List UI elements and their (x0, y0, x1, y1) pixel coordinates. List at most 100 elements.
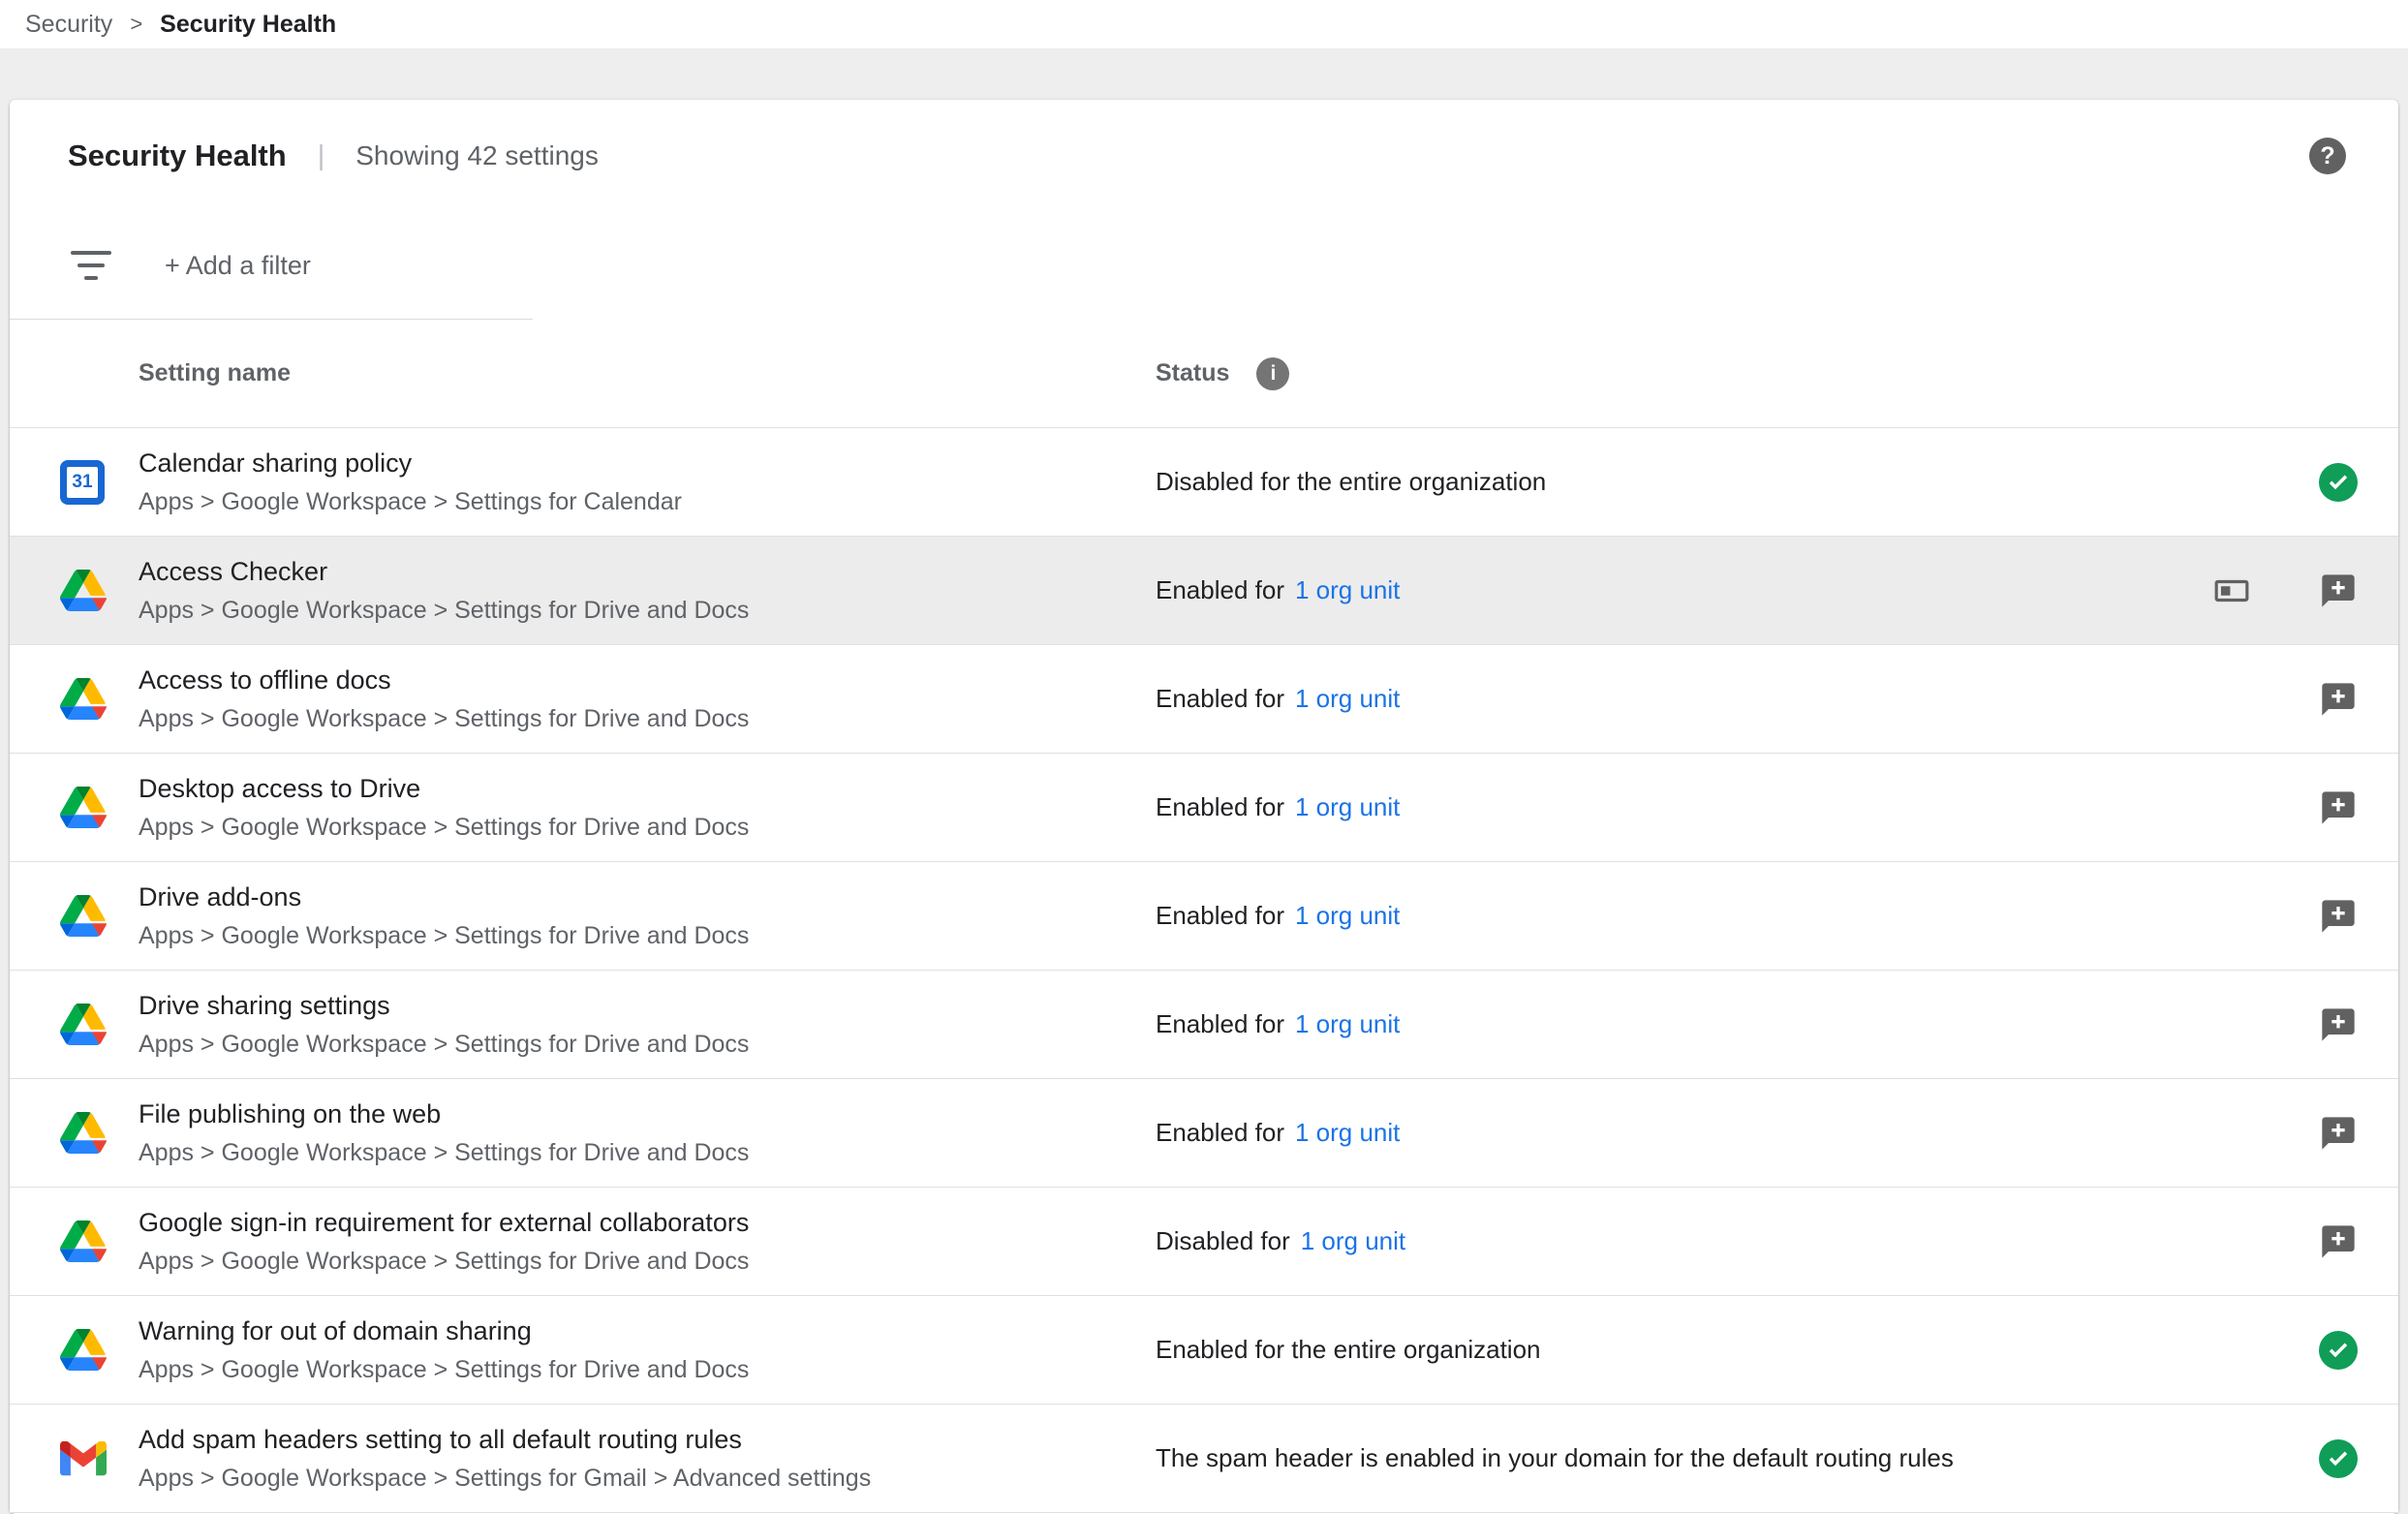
card-header: Security Health | Showing 42 settings ? (10, 100, 2398, 212)
status-text: Enabled for the entire organization (1156, 1335, 1541, 1365)
setting-path: Apps > Google Workspace > Settings for D… (139, 814, 1156, 842)
status-text: Enabled for (1156, 1009, 1284, 1039)
row-badge-cell (2278, 1331, 2398, 1370)
row-extra-cell (2185, 572, 2278, 609)
org-unit-link[interactable]: 1 org unit (1301, 1226, 1405, 1256)
column-setting-name: Setting name (10, 359, 1156, 387)
row-badge-cell (2278, 788, 2398, 827)
status-cell: Disabled for the entire organization (1156, 467, 2185, 497)
table-row[interactable]: Drive sharing settings Apps > Google Wor… (10, 971, 2398, 1079)
status-cell: Disabled for 1 org unit (1156, 1226, 2185, 1256)
org-unit-link[interactable]: 1 org unit (1295, 575, 1400, 605)
status-ok-badge[interactable] (2319, 463, 2358, 502)
org-unit-link[interactable]: 1 org unit (1295, 684, 1400, 714)
setting-path: Apps > Google Workspace > Settings for G… (139, 1465, 1156, 1493)
app-icon-cell (10, 1220, 139, 1262)
drive-icon (60, 678, 107, 720)
status-ok-badge[interactable] (2319, 1439, 2358, 1478)
status-text: The spam header is enabled in your domai… (1156, 1443, 1954, 1473)
setting-name: File publishing on the web (139, 1099, 1156, 1129)
recommendation-badge[interactable] (2319, 572, 2358, 610)
filter-list-icon[interactable] (70, 251, 112, 280)
app-icon-cell (10, 1112, 139, 1154)
status-cell: Enabled for 1 org unit (1156, 575, 2185, 605)
table-row[interactable]: File publishing on the web Apps > Google… (10, 1079, 2398, 1188)
table-row[interactable]: Add spam headers setting to all default … (10, 1405, 2398, 1513)
row-badge-cell (2278, 1114, 2398, 1153)
setting-path: Apps > Google Workspace > Settings for D… (139, 1356, 1156, 1384)
column-status-wrap: Status i (1156, 357, 1289, 390)
table-row[interactable]: Desktop access to Drive Apps > Google Wo… (10, 754, 2398, 862)
setting-cell: Desktop access to Drive Apps > Google Wo… (139, 774, 1156, 842)
status-text: Enabled for (1156, 792, 1284, 822)
status-cell: Enabled for the entire organization (1156, 1335, 2185, 1365)
gmail-icon (60, 1441, 107, 1476)
setting-name: Calendar sharing policy (139, 448, 1156, 479)
org-unit-link[interactable]: 1 org unit (1295, 901, 1400, 931)
org-unit-link[interactable]: 1 org unit (1295, 1118, 1400, 1148)
filter-bar: + Add a filter (10, 212, 2398, 319)
setting-path: Apps > Google Workspace > Settings for D… (139, 1031, 1156, 1059)
app-icon-cell (10, 895, 139, 937)
setting-name: Access Checker (139, 557, 1156, 587)
recommendation-badge[interactable] (2319, 788, 2358, 827)
recommendation-badge[interactable] (2319, 1114, 2358, 1153)
setting-path: Apps > Google Workspace > Settings for D… (139, 705, 1156, 733)
add-filter-button[interactable]: + Add a filter (165, 251, 311, 281)
row-badge-cell (2278, 572, 2398, 610)
table-row[interactable]: 31 Calendar sharing policy Apps > Google… (10, 428, 2398, 537)
drive-icon (60, 1112, 107, 1154)
app-icon-cell (10, 678, 139, 720)
setting-name: Google sign-in requirement for external … (139, 1208, 1156, 1238)
status-text: Disabled for the entire organization (1156, 467, 1546, 497)
app-icon-cell (10, 1004, 139, 1045)
security-health-card: Security Health | Showing 42 settings ? … (10, 100, 2398, 1514)
info-icon[interactable]: i (1256, 357, 1289, 390)
app-icon-cell (10, 787, 139, 828)
drive-icon (60, 1329, 107, 1371)
setting-cell: File publishing on the web Apps > Google… (139, 1099, 1156, 1167)
status-ok-badge[interactable] (2319, 1331, 2358, 1370)
row-badge-cell (2278, 1005, 2398, 1044)
drive-icon (60, 570, 107, 611)
org-unit-link[interactable]: 1 org unit (1295, 792, 1400, 822)
settings-table-body: 31 Calendar sharing policy Apps > Google… (10, 428, 2398, 1513)
org-unit-link[interactable]: 1 org unit (1295, 1009, 1400, 1039)
app-icon-cell: 31 (10, 460, 139, 505)
recommendation-badge[interactable] (2319, 897, 2358, 936)
setting-path: Apps > Google Workspace > Settings for D… (139, 1248, 1156, 1276)
setting-cell: Calendar sharing policy Apps > Google Wo… (139, 448, 1156, 516)
table-row[interactable]: Google sign-in requirement for external … (10, 1188, 2398, 1296)
table-row[interactable]: Warning for out of domain sharing Apps >… (10, 1296, 2398, 1405)
recommendation-badge[interactable] (2319, 1222, 2358, 1261)
setting-cell: Warning for out of domain sharing Apps >… (139, 1316, 1156, 1384)
app-icon-cell (10, 1329, 139, 1371)
row-badge-cell (2278, 680, 2398, 719)
card-icon[interactable] (2213, 572, 2250, 609)
table-row[interactable]: Drive add-ons Apps > Google Workspace > … (10, 862, 2398, 971)
row-badge-cell (2278, 463, 2398, 502)
app-icon-cell (10, 1441, 139, 1476)
status-text: Enabled for (1156, 901, 1284, 931)
drive-icon (60, 1220, 107, 1262)
drive-icon (60, 895, 107, 937)
status-cell: Enabled for 1 org unit (1156, 1118, 2185, 1148)
recommendation-badge[interactable] (2319, 680, 2358, 719)
table-row[interactable]: Access Checker Apps > Google Workspace >… (10, 537, 2398, 645)
breadcrumb-chevron-icon: > (130, 12, 142, 37)
status-cell: Enabled for 1 org unit (1156, 901, 2185, 931)
status-text: Disabled for (1156, 1226, 1290, 1256)
setting-name: Drive add-ons (139, 882, 1156, 912)
breadcrumb-security-link[interactable]: Security (25, 11, 112, 39)
table-row[interactable]: Access to offline docs Apps > Google Wor… (10, 645, 2398, 754)
help-icon[interactable]: ? (2309, 138, 2346, 174)
setting-cell: Drive sharing settings Apps > Google Wor… (139, 991, 1156, 1059)
setting-cell: Google sign-in requirement for external … (139, 1208, 1156, 1276)
app-icon-cell (10, 570, 139, 611)
setting-path: Apps > Google Workspace > Settings for D… (139, 1139, 1156, 1167)
table-header: Setting name Status i (10, 320, 2398, 428)
status-cell: Enabled for 1 org unit (1156, 1009, 2185, 1039)
calendar-icon: 31 (60, 460, 105, 505)
breadcrumb-current-page: Security Health (160, 11, 336, 39)
recommendation-badge[interactable] (2319, 1005, 2358, 1044)
